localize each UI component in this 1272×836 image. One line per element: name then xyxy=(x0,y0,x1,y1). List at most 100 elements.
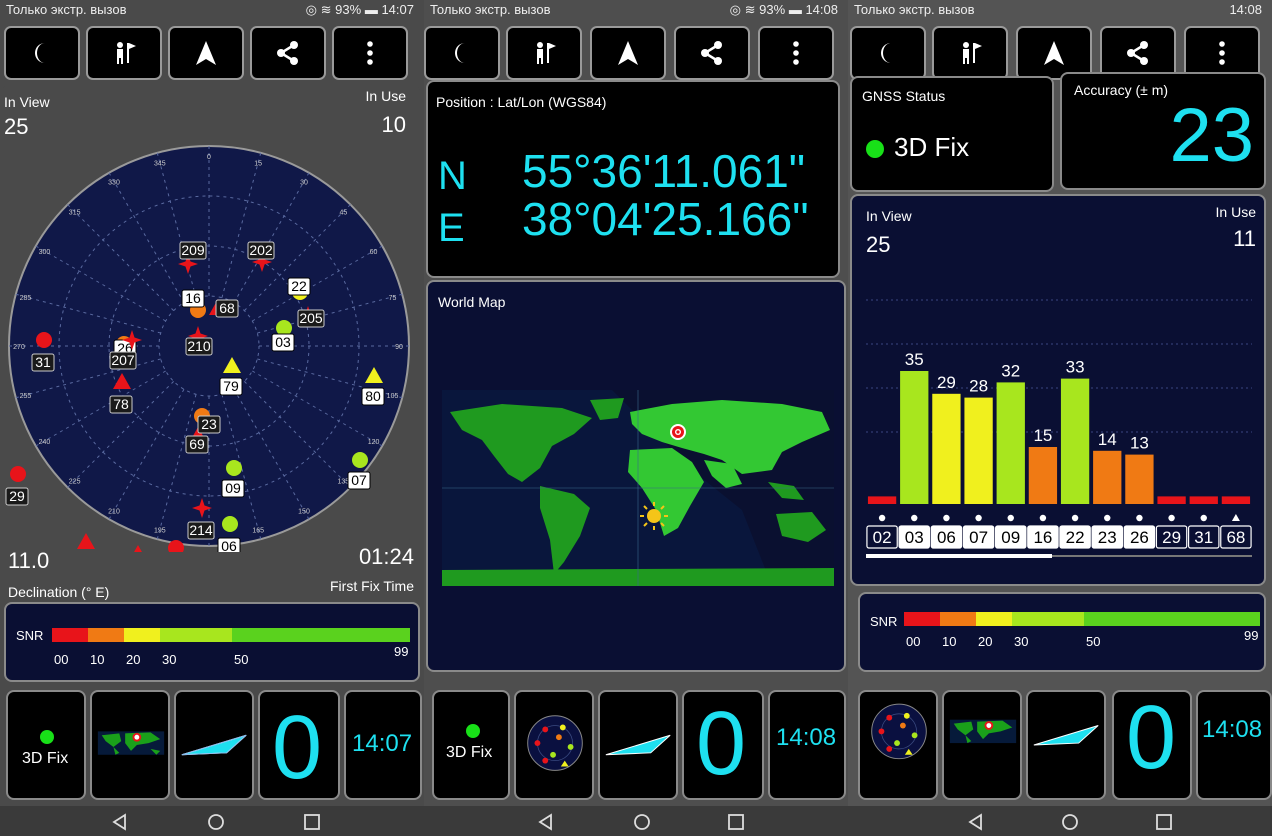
bearing-tick: 255 xyxy=(20,393,32,400)
speed-tile[interactable]: 0 xyxy=(258,690,340,800)
recents-icon[interactable] xyxy=(1154,812,1174,832)
compass-tile[interactable] xyxy=(598,690,678,800)
navigation-button[interactable] xyxy=(168,26,244,80)
share-button[interactable] xyxy=(250,26,326,80)
share-icon xyxy=(1127,41,1148,65)
longitude-hemisphere: E xyxy=(438,206,465,250)
prn-label: 68 xyxy=(1226,528,1245,547)
satellite-label: 205 xyxy=(299,310,323,326)
status-bar: Только экстр. вызов ◎ ≋ 93% ▬ 14:08 xyxy=(424,0,848,24)
bearing-tick: 330 xyxy=(108,179,120,186)
location-icon: ◎ xyxy=(729,2,742,17)
sky-view-tile[interactable] xyxy=(514,690,594,800)
snr-tick: 50 xyxy=(1086,634,1101,649)
sat-marker xyxy=(1039,514,1047,522)
in-use-label: In Use xyxy=(365,88,406,104)
bar-09 xyxy=(996,382,1025,504)
compass-icon xyxy=(181,734,247,756)
back-icon[interactable] xyxy=(536,812,556,832)
night-mode-button[interactable] xyxy=(424,26,500,80)
poi-button[interactable] xyxy=(932,26,1008,80)
home-icon[interactable] xyxy=(206,812,226,832)
poi-icon xyxy=(117,42,136,64)
poi-icon xyxy=(537,42,556,64)
fix-indicator-icon xyxy=(40,730,54,744)
speed-tile[interactable]: 0 xyxy=(1112,690,1192,800)
world-map-tile[interactable] xyxy=(942,690,1022,800)
share-button[interactable] xyxy=(674,26,750,80)
back-icon[interactable] xyxy=(966,812,986,832)
night-mode-icon xyxy=(881,43,891,63)
sky-plot[interactable]: 1051201351501651801952102252402552702853… xyxy=(4,140,414,552)
speed-tile[interactable]: 0 xyxy=(682,690,764,800)
sat-marker xyxy=(878,514,886,522)
bearing-tick: 45 xyxy=(339,210,347,217)
home-icon[interactable] xyxy=(632,812,652,832)
back-icon[interactable] xyxy=(110,812,130,832)
sat-marker xyxy=(1200,514,1207,522)
clock-tile[interactable]: 14:07 xyxy=(344,690,422,800)
bearing-tick: 90 xyxy=(395,344,403,351)
share-icon xyxy=(701,41,722,65)
system-nav-bar xyxy=(0,806,424,836)
recents-icon[interactable] xyxy=(302,812,322,832)
bar-value-label: 35 xyxy=(905,350,924,369)
battery-icon: ▬ xyxy=(788,2,802,17)
bar-23 xyxy=(1093,450,1122,504)
world-map-tile[interactable] xyxy=(90,690,170,800)
clock-tile[interactable]: 14:08 xyxy=(1196,690,1272,800)
bottom-bar: 3D Fix 0 14:08 xyxy=(424,690,848,806)
status-time: 14:08 xyxy=(805,2,838,17)
satellite-70[interactable]: 70 xyxy=(126,545,148,552)
toolbar xyxy=(424,26,848,82)
satellite-29[interactable]: 29 xyxy=(5,466,29,506)
signal-bar-chart: 02 35 03 29 06 28 07 32 09 15 16 33 22 14 23 13 26 29 31 68 xyxy=(866,299,1252,558)
night-mode-button[interactable] xyxy=(4,26,80,80)
carrier-text: Только экстр. вызов xyxy=(854,2,975,17)
bar-22 xyxy=(1060,378,1090,504)
bearing-tick: 210 xyxy=(108,509,120,516)
scroll-indicator[interactable] xyxy=(866,554,1052,558)
poi-icon xyxy=(963,42,982,64)
night-mode-button[interactable] xyxy=(850,26,926,80)
navigation-button[interactable] xyxy=(590,26,666,80)
system-nav-bar xyxy=(848,806,1272,836)
snr-label: SNR xyxy=(16,628,44,643)
speed-value: 0 xyxy=(272,698,323,798)
navigation-arrow-icon xyxy=(1044,41,1064,65)
fix-indicator-icon xyxy=(466,724,480,738)
compass-tile[interactable] xyxy=(174,690,254,800)
more-button[interactable] xyxy=(758,26,834,80)
satellite-label: 202 xyxy=(249,242,273,258)
bearing-tick: 240 xyxy=(39,439,51,446)
sky-view-tile[interactable] xyxy=(858,690,938,800)
clock-tile[interactable]: 14:08 xyxy=(768,690,846,800)
satellite-86[interactable]: 86 xyxy=(74,533,96,552)
bearing-tick: 105 xyxy=(387,393,399,400)
prn-label: 22 xyxy=(1066,528,1085,547)
navigation-arrow-icon xyxy=(618,41,638,65)
home-icon[interactable] xyxy=(1060,812,1080,832)
satellite-label: 209 xyxy=(181,242,205,258)
world-map[interactable] xyxy=(442,390,834,586)
first-fix-label: First Fix Time xyxy=(330,578,414,594)
recents-icon[interactable] xyxy=(726,812,746,832)
fix-status-tile[interactable]: 3D Fix xyxy=(6,690,86,800)
sat-marker xyxy=(1136,514,1143,522)
bottom-bar: 0 14:08 xyxy=(848,690,1272,806)
poi-button[interactable] xyxy=(506,26,582,80)
prn-label: 16 xyxy=(1033,528,1052,547)
compass-tile[interactable] xyxy=(1026,690,1106,800)
satellite-label: 03 xyxy=(275,334,291,350)
world-map-panel[interactable]: World Map xyxy=(426,280,846,672)
wifi-icon: ≋ xyxy=(744,2,756,17)
more-button[interactable] xyxy=(332,26,408,80)
bearing-tick: 315 xyxy=(69,210,81,217)
position-panel: Position : Lat/Lon (WGS84) N 55°36'11.06… xyxy=(426,80,840,278)
accuracy-label: Accuracy (± m) xyxy=(1074,82,1169,98)
snr-label: SNR xyxy=(870,614,898,629)
fix-status-tile[interactable]: 3D Fix xyxy=(432,690,510,800)
speed-value: 0 xyxy=(1126,690,1177,788)
poi-button[interactable] xyxy=(86,26,162,80)
satellite-205[interactable]: 205 xyxy=(297,306,325,328)
